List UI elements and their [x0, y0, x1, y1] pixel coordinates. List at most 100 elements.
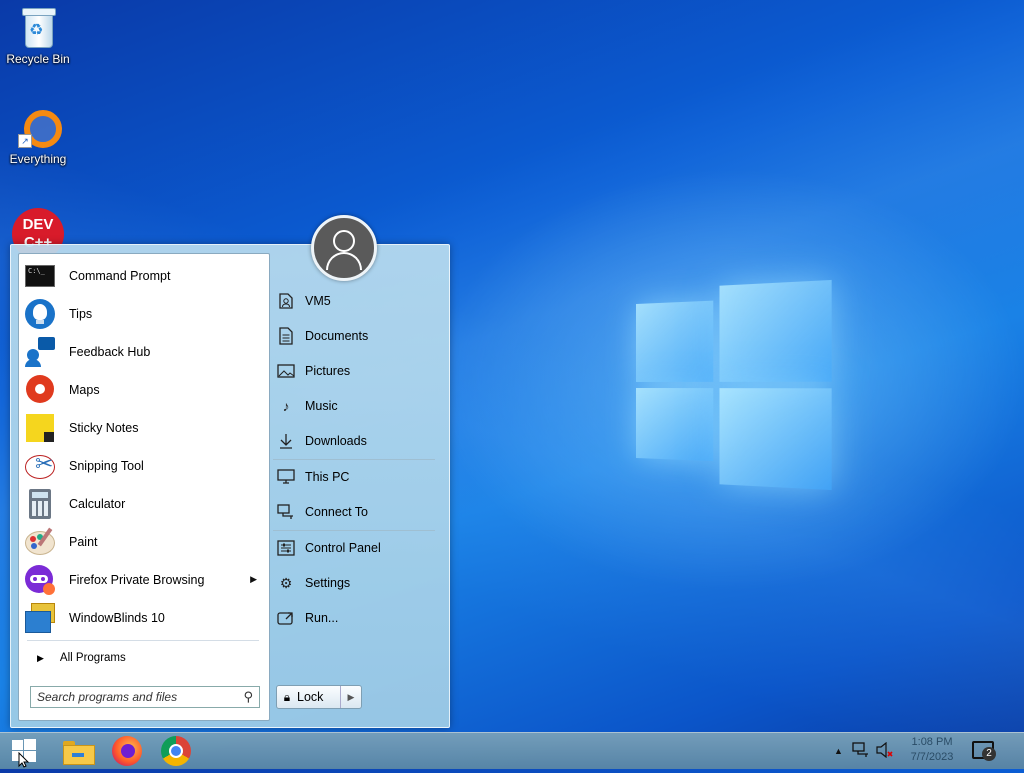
separator: [273, 459, 435, 460]
firefox-button[interactable]: [105, 735, 149, 767]
feedback-hub-icon: [25, 337, 55, 367]
menu-item-vm5[interactable]: VM5: [277, 287, 437, 315]
volume-tray[interactable]: [876, 733, 894, 769]
recycle-bin-icon: ♻: [21, 8, 56, 48]
action-center-button[interactable]: 2: [970, 739, 996, 763]
all-programs-label: All Programs: [59, 652, 126, 664]
menu-item-pictures[interactable]: Pictures: [277, 357, 437, 385]
user-avatar[interactable]: [311, 215, 377, 281]
program-sticky-notes[interactable]: Sticky Notes: [25, 410, 263, 446]
program-tips[interactable]: Tips: [25, 296, 263, 332]
network-tray[interactable]: [852, 733, 870, 769]
everything-search-icon: ↗: [18, 108, 62, 149]
program-label: Firefox Private Browsing: [69, 573, 205, 587]
menu-item-run[interactable]: Run...: [277, 604, 437, 632]
separator: [27, 640, 259, 641]
menu-item-label: Downloads: [305, 434, 367, 448]
sticky-notes-icon: [25, 413, 55, 443]
program-label: Feedback Hub: [69, 345, 151, 359]
menu-item-label: Music: [305, 399, 338, 413]
pictures-icon: [277, 362, 295, 380]
search-input[interactable]: [31, 689, 235, 705]
time-text: 1:08 PM: [911, 736, 953, 748]
start-menu: C:\_ Command Prompt Tips Feedback Hub Ma…: [10, 215, 450, 728]
date-text: 7/7/2023: [910, 751, 954, 763]
desktop-icon-recycle-bin[interactable]: ♻ Recycle Bin: [0, 8, 76, 66]
volume-muted-icon: [876, 741, 894, 761]
program-label: Sticky Notes: [69, 421, 139, 435]
notification-count: 2: [982, 747, 996, 761]
menu-item-label: Connect To: [305, 505, 369, 519]
music-icon: ♪: [282, 398, 290, 414]
downloads-icon: [277, 432, 295, 450]
submenu-arrow-icon: ▶: [250, 574, 257, 584]
menu-item-label: Run...: [305, 611, 339, 625]
menu-item-music[interactable]: ♪ Music: [277, 392, 437, 420]
program-command-prompt[interactable]: C:\_ Command Prompt: [25, 258, 263, 294]
clock[interactable]: 1:08 PM 7/7/2023: [896, 735, 968, 765]
lock-label: Lock: [297, 690, 324, 704]
show-hidden-icons[interactable]: ▲: [834, 733, 843, 769]
lock-icon: 🔒︎: [283, 689, 291, 704]
chrome-icon: [161, 736, 191, 766]
chrome-button[interactable]: [154, 735, 198, 767]
program-snipping-tool[interactable]: ✂ Snipping Tool: [25, 448, 263, 484]
program-calculator[interactable]: Calculator: [25, 486, 263, 522]
file-explorer-button[interactable]: [56, 735, 100, 767]
taskbar: ▲ 1:08 PM 7/7/2023 2: [0, 732, 1024, 769]
search-box[interactable]: ⚲: [30, 686, 260, 708]
network-icon: [852, 741, 870, 761]
documents-icon: [277, 327, 295, 345]
menu-item-label: Control Panel: [305, 541, 381, 555]
program-label: WindowBlinds 10: [69, 611, 165, 625]
menu-item-control-panel[interactable]: Control Panel: [277, 534, 437, 562]
menu-item-this-pc[interactable]: This PC: [277, 463, 437, 491]
program-label: Paint: [69, 535, 98, 549]
lock-button[interactable]: 🔒︎ Lock ▶: [276, 685, 362, 709]
mouse-cursor: [18, 751, 30, 773]
firefox-private-icon: [25, 565, 55, 595]
program-label: Command Prompt: [69, 269, 171, 283]
menu-item-settings[interactable]: ⚙ Settings: [277, 569, 437, 597]
menu-item-label: Pictures: [305, 364, 351, 378]
maps-icon: [25, 375, 55, 405]
menu-item-label: VM5: [305, 294, 331, 308]
user-folder-icon: [277, 292, 295, 310]
network-icon: [277, 503, 295, 521]
tips-icon: [25, 299, 55, 329]
control-panel-icon: [277, 539, 295, 557]
this-pc-icon: [277, 468, 295, 486]
program-windowblinds[interactable]: WindowBlinds 10: [25, 600, 263, 636]
expand-arrow-icon: ▶: [37, 652, 44, 663]
menu-item-documents[interactable]: Documents: [277, 322, 437, 350]
desktop-icon-everything[interactable]: ↗ Everything: [0, 108, 76, 166]
program-label: Maps: [69, 383, 100, 397]
program-label: Snipping Tool: [69, 459, 144, 473]
menu-item-downloads[interactable]: Downloads: [277, 427, 437, 455]
run-icon: [277, 609, 295, 627]
gear-icon: ⚙: [279, 574, 293, 591]
search-icon[interactable]: ⚲: [243, 689, 253, 705]
program-feedback-hub[interactable]: Feedback Hub: [25, 334, 263, 370]
programs-pane: C:\_ Command Prompt Tips Feedback Hub Ma…: [18, 253, 270, 721]
chevron-up-icon: ▲: [834, 746, 843, 756]
desktop-icon-label: Recycle Bin: [6, 52, 70, 66]
paint-icon: [25, 527, 55, 557]
power-options-arrow[interactable]: ▶: [340, 686, 361, 708]
program-firefox-private[interactable]: Firefox Private Browsing ▶: [25, 562, 263, 598]
menu-item-label: This PC: [305, 470, 350, 484]
separator: [273, 530, 435, 531]
desktop-icon-label: Everything: [9, 152, 67, 166]
folder-icon: [63, 739, 95, 765]
windows-logo-wallpaper: [636, 279, 832, 491]
program-maps[interactable]: Maps: [25, 372, 263, 408]
menu-item-label: Documents: [305, 329, 369, 343]
snipping-tool-icon: ✂: [25, 451, 55, 481]
all-programs-button[interactable]: ▶ All Programs: [37, 652, 126, 664]
program-paint[interactable]: Paint: [25, 524, 263, 560]
menu-item-connect-to[interactable]: Connect To: [277, 498, 437, 526]
command-prompt-icon: C:\_: [25, 261, 55, 291]
firefox-icon: [112, 736, 142, 766]
calculator-icon: [25, 489, 55, 519]
program-label: Tips: [69, 307, 93, 321]
